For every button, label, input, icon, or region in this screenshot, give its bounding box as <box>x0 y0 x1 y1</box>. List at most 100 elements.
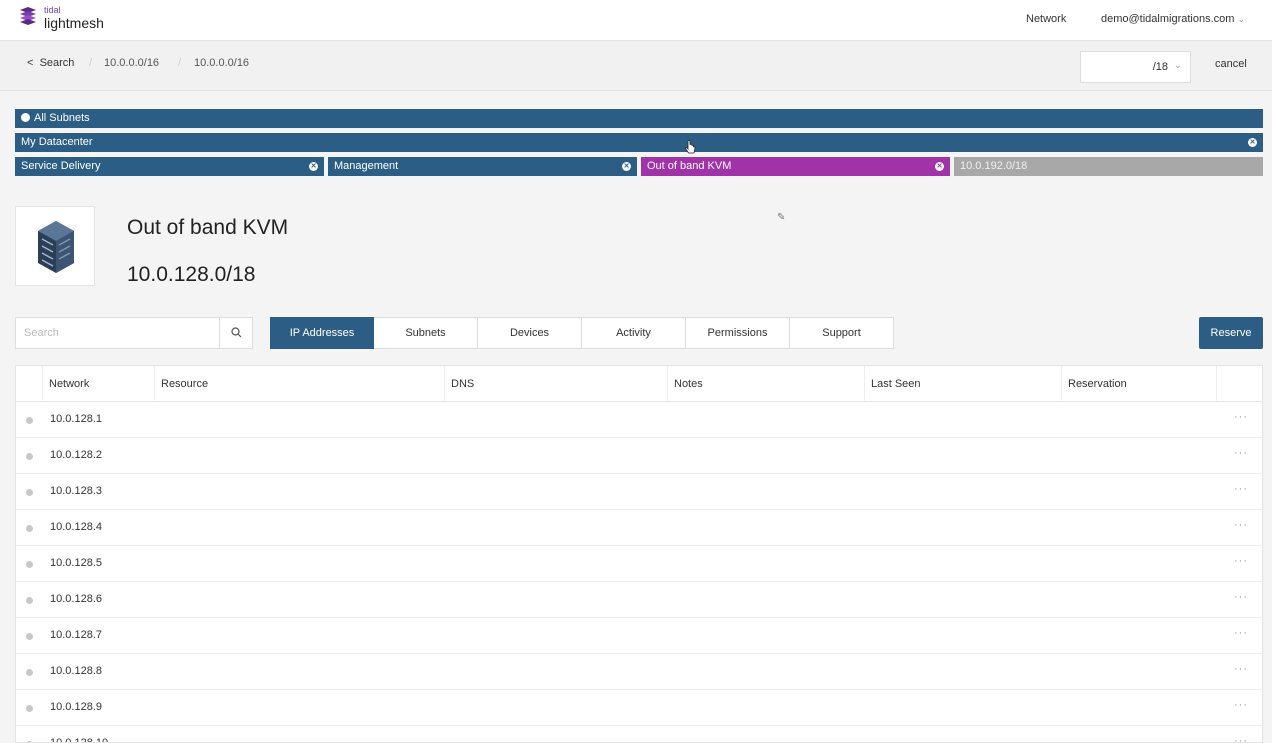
ip-address-cell[interactable]: 10.0.128.1 <box>50 413 102 425</box>
column-header-status <box>16 366 43 402</box>
ip-address-cell[interactable]: 10.0.128.3 <box>50 485 102 497</box>
row-actions-button[interactable]: ··· <box>1234 699 1248 711</box>
nav-network-link[interactable]: Network <box>1026 13 1066 25</box>
status-dot-icon <box>26 561 33 568</box>
close-icon[interactable]: ✕ <box>622 162 631 171</box>
table-row[interactable]: 10.0.128.6 ··· <box>16 582 1262 618</box>
datacenter-label: My Datacenter <box>21 136 93 148</box>
subnet-cidr: 10.0.128.0/18 <box>127 263 256 286</box>
subnet-mask-select[interactable]: /18 ⌄ <box>1080 51 1191 83</box>
row-actions-button[interactable]: ··· <box>1234 555 1248 567</box>
subnet-block-out-of-band-kvm[interactable]: Out of band KVM ✕ <box>641 157 950 176</box>
table-row[interactable]: 10.0.128.1 ··· <box>16 402 1262 438</box>
row-actions-button[interactable]: ··· <box>1234 627 1248 639</box>
subnet-block-label: 10.0.192.0/18 <box>960 160 1028 172</box>
table-row[interactable]: 10.0.128.2 ··· <box>16 438 1262 474</box>
reserve-button[interactable]: Reserve <box>1199 317 1263 349</box>
status-dot-icon <box>26 633 33 640</box>
status-dot-icon <box>26 669 33 676</box>
status-dot-icon <box>26 489 33 496</box>
datacenter-bar[interactable]: My Datacenter ✕ <box>15 133 1263 152</box>
table-row[interactable]: 10.0.128.7 ··· <box>16 618 1262 654</box>
close-icon[interactable]: ✕ <box>935 162 944 171</box>
top-header: tidal lightmesh Network demo@tidalmigrat… <box>0 0 1272 41</box>
chevron-left-icon: < <box>27 57 34 69</box>
subnet-mask-value: /18 <box>1152 61 1168 73</box>
all-subnets-label: All Subnets <box>34 112 90 124</box>
ip-address-cell[interactable]: 10.0.128.9 <box>50 701 102 713</box>
row-actions-button[interactable]: ··· <box>1234 411 1248 423</box>
close-icon[interactable]: ✕ <box>309 162 318 171</box>
user-menu[interactable]: demo@tidalmigrations.com ⌄ <box>1101 13 1245 25</box>
tab-devices[interactable]: Devices <box>478 317 582 349</box>
ip-address-cell[interactable]: 10.0.128.4 <box>50 521 102 533</box>
logo[interactable]: tidal lightmesh <box>18 6 104 30</box>
subnet-block-label: Out of band KVM <box>647 160 732 172</box>
tab-permissions[interactable]: Permissions <box>686 317 790 349</box>
ip-address-cell[interactable]: 10.0.128.8 <box>50 665 102 677</box>
tab-bar: IP Addresses Subnets Devices Activity Pe… <box>270 317 894 349</box>
status-dot-icon <box>26 417 33 424</box>
hand-cursor-icon <box>684 140 696 154</box>
subnet-icon-box <box>15 206 95 286</box>
search-input[interactable] <box>16 318 220 348</box>
row-actions-button[interactable]: ··· <box>1234 591 1248 603</box>
row-actions-button[interactable]: ··· <box>1234 519 1248 531</box>
ip-address-cell[interactable]: 10.0.128.6 <box>50 593 102 605</box>
tab-ip-addresses[interactable]: IP Addresses <box>270 317 374 349</box>
breadcrumb-item-current[interactable]: 10.0.0.0/16 <box>194 57 249 69</box>
subnet-block-label: Management <box>334 160 399 172</box>
row-actions-button[interactable]: ··· <box>1234 663 1248 675</box>
all-subnets-bar[interactable]: All Subnets <box>15 109 1263 128</box>
search-button[interactable] <box>219 318 252 348</box>
tab-activity[interactable]: Activity <box>582 317 686 349</box>
subnet-block-unused[interactable]: 10.0.192.0/18 <box>954 157 1263 176</box>
column-header-last-seen[interactable]: Last Seen <box>865 366 1062 402</box>
status-dot-icon <box>26 453 33 460</box>
subnet-block-label: Service Delivery <box>21 160 101 172</box>
ip-address-cell[interactable]: 10.0.128.2 <box>50 449 102 461</box>
breadcrumb-item[interactable]: 10.0.0.0/16 <box>104 57 159 69</box>
breadcrumb: < Search / 10.0.0.0/16 / 10.0.0.0/16 /18… <box>0 41 1272 91</box>
ip-address-table: Network Resource DNS Notes Last Seen Res… <box>15 365 1263 743</box>
column-header-resource[interactable]: Resource <box>155 366 445 402</box>
ip-address-cell[interactable]: 10.0.128.5 <box>50 557 102 569</box>
search-box <box>15 317 253 349</box>
lightmesh-logo-icon <box>20 7 36 25</box>
subnet-block-service-delivery[interactable]: Service Delivery ✕ <box>15 157 324 176</box>
logo-small-text: tidal <box>44 5 61 15</box>
column-header-reservation[interactable]: Reservation <box>1062 366 1217 402</box>
cancel-link[interactable]: cancel <box>1215 58 1247 70</box>
subnet-title: Out of band KVM <box>127 216 289 239</box>
column-header-notes[interactable]: Notes <box>668 366 865 402</box>
table-row[interactable]: 10.0.128.8 ··· <box>16 654 1262 690</box>
table-row[interactable]: 10.0.128.3 ··· <box>16 474 1262 510</box>
row-actions-button[interactable]: ··· <box>1234 735 1248 742</box>
back-label: Search <box>39 57 75 69</box>
close-icon[interactable]: ✕ <box>1248 138 1257 147</box>
table-row[interactable]: 10.0.128.5 ··· <box>16 546 1262 582</box>
breadcrumb-separator: / <box>89 57 93 69</box>
ip-address-cell[interactable]: 10.0.128.7 <box>50 629 102 641</box>
table-row[interactable]: 10.0.128.4 ··· <box>16 510 1262 546</box>
column-header-dns[interactable]: DNS <box>445 366 668 402</box>
table-header: Network Resource DNS Notes Last Seen Res… <box>16 366 1262 402</box>
status-dot-icon <box>26 525 33 532</box>
table-row[interactable]: 10.0.128.9 ··· <box>16 690 1262 726</box>
edit-pencil-icon[interactable]: ✎ <box>777 212 785 223</box>
ip-address-cell[interactable]: 10.0.128.10 <box>50 737 108 742</box>
user-email: demo@tidalmigrations.com <box>1101 13 1235 25</box>
column-header-network[interactable]: Network <box>43 366 155 402</box>
logo-brand-text: lightmesh <box>44 15 104 31</box>
search-icon <box>231 327 242 338</box>
row-actions-button[interactable]: ··· <box>1234 447 1248 459</box>
tab-support[interactable]: Support <box>790 317 894 349</box>
chevron-down-icon: ⌄ <box>1173 60 1182 71</box>
chevron-down-icon: ⌄ <box>1237 14 1245 24</box>
row-actions-button[interactable]: ··· <box>1234 483 1248 495</box>
tab-subnets[interactable]: Subnets <box>374 317 478 349</box>
subnet-block-management[interactable]: Management ✕ <box>328 157 637 176</box>
breadcrumb-separator: / <box>178 57 182 69</box>
back-to-search-link[interactable]: < Search <box>27 57 74 69</box>
table-row[interactable]: 10.0.128.10 ··· <box>16 726 1262 742</box>
